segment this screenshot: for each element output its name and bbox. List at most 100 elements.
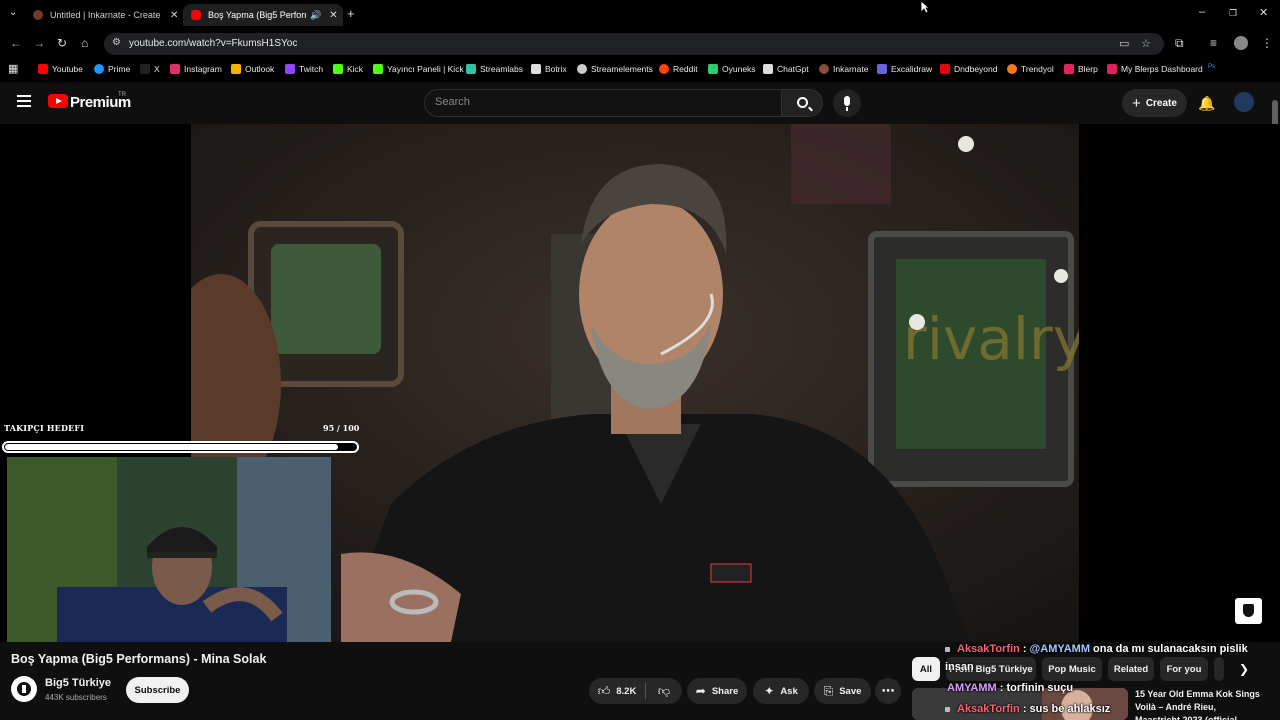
create-label: Create bbox=[1145, 97, 1177, 109]
chevron-right-icon[interactable]: ❯ bbox=[1232, 657, 1256, 681]
bookmark-twitch[interactable]: Twitch bbox=[285, 64, 323, 74]
like-count: 8.2K bbox=[616, 685, 637, 697]
region-code: TR bbox=[118, 92, 126, 98]
bookmark-my-blerps[interactable]: My Blerps Dashboard bbox=[1107, 64, 1203, 74]
follower-goal-label: TAKIPÇI HEDEFI bbox=[4, 423, 85, 433]
bookmark-outlook[interactable]: Outlook bbox=[231, 64, 274, 74]
bookmark-photoshop[interactable]: Ps bbox=[1208, 64, 1215, 70]
menu-kebab-icon[interactable]: ⋮ bbox=[1261, 36, 1273, 50]
svg-text:rivalry: rivalry bbox=[903, 305, 1079, 373]
chip-pop-music[interactable]: Pop Music bbox=[1042, 657, 1102, 681]
tab-inkarnate[interactable]: Untitled | Inkarnate - Create Fa ✕ bbox=[33, 4, 183, 26]
kick-icon bbox=[333, 64, 343, 74]
bookmark-icon: ⎘ bbox=[823, 683, 834, 698]
chip-all[interactable]: All bbox=[912, 657, 940, 681]
chat-message-continuation: insan bbox=[945, 661, 974, 673]
search-button[interactable] bbox=[781, 89, 823, 117]
back-icon[interactable]: ← bbox=[10, 36, 22, 50]
channel-name[interactable]: Big5 Türkiye bbox=[45, 677, 111, 689]
search-icon bbox=[797, 97, 808, 108]
site-info-icon[interactable]: ⚙ bbox=[112, 37, 121, 48]
x-icon bbox=[140, 64, 150, 74]
bookmark-dndbeyond[interactable]: Dndbeyond bbox=[940, 64, 997, 74]
bookmark-kick-panel[interactable]: Yayıncı Paneli | Kick bbox=[373, 64, 464, 74]
streamer-webcam bbox=[7, 457, 331, 642]
dislike-button[interactable]: 👎︎ bbox=[646, 678, 682, 704]
recommendation-title[interactable]: 15 Year Old Emma Kok Sings Voilà – André… bbox=[1135, 688, 1263, 720]
follower-goal-count: 95 / 100 bbox=[323, 423, 360, 433]
notifications-bell-icon[interactable]: 🔔 bbox=[1198, 95, 1215, 112]
youtube-icon bbox=[38, 64, 48, 74]
ask-button[interactable]: ✦ Ask bbox=[753, 678, 809, 704]
extensions-icon[interactable]: ⧉ bbox=[1175, 36, 1184, 51]
channel-avatar[interactable] bbox=[11, 676, 37, 702]
url-text[interactable]: youtube.com/watch?v=FkumsH1SYoc bbox=[129, 38, 297, 49]
close-tab-icon[interactable]: ✕ bbox=[329, 10, 337, 21]
bookmark-youtube[interactable]: Youtube bbox=[38, 64, 83, 74]
close-tab-icon[interactable]: ✕ bbox=[170, 10, 178, 21]
share-label: Share bbox=[711, 685, 739, 697]
search-box bbox=[424, 89, 782, 117]
create-button[interactable]: + Create bbox=[1122, 89, 1187, 117]
home-icon[interactable]: ⌂ bbox=[81, 36, 88, 50]
search-input[interactable] bbox=[435, 96, 765, 108]
prime-icon bbox=[94, 64, 104, 74]
bookmark-instagram[interactable]: Instagram bbox=[170, 64, 222, 74]
bookmark-trendyol[interactable]: Trendyol bbox=[1007, 64, 1054, 74]
reload-icon[interactable]: ↻ bbox=[57, 36, 67, 50]
mouse-cursor-icon bbox=[920, 0, 930, 14]
address-bar[interactable]: ⚙ youtube.com/watch?v=FkumsH1SYoc ▭ ☆ bbox=[104, 33, 1164, 55]
chat-badge-icon bbox=[945, 646, 950, 652]
subscribe-button[interactable]: Subscribe bbox=[126, 677, 189, 703]
speaker-icon[interactable]: 🔊 bbox=[310, 10, 321, 21]
bookmark-chatgpt[interactable]: ChatGpt bbox=[763, 64, 809, 74]
apps-grid-icon[interactable]: ▦ bbox=[8, 62, 18, 75]
profile-avatar[interactable] bbox=[1234, 36, 1248, 50]
bookmark-streamelements[interactable]: Streamelements bbox=[577, 64, 653, 74]
minimize-window-icon[interactable]: – bbox=[1199, 6, 1205, 18]
instagram-icon bbox=[170, 64, 180, 74]
more-actions-button[interactable]: ⋯ bbox=[875, 678, 901, 704]
like-dislike-group: 👍︎ 8.2K 👎︎ bbox=[589, 678, 682, 704]
hamburger-menu-icon[interactable] bbox=[17, 95, 31, 107]
bookmark-star-icon[interactable]: ☆ bbox=[1141, 37, 1151, 50]
bookmark-blerp[interactable]: Blerp bbox=[1064, 64, 1098, 74]
bookmark-oyuneks[interactable]: Oyuneks bbox=[708, 64, 756, 74]
excalidraw-icon bbox=[877, 64, 887, 74]
tab-youtube-active[interactable]: Boş Yapma (Big5 Performan 🔊 ✕ bbox=[183, 4, 343, 26]
save-button[interactable]: ⎘ Save bbox=[814, 678, 871, 704]
close-window-icon[interactable]: ✕ bbox=[1259, 6, 1268, 19]
chip-for-you[interactable]: For you bbox=[1160, 657, 1208, 681]
chip-overflow[interactable] bbox=[1214, 657, 1224, 681]
forward-icon[interactable]: → bbox=[33, 36, 45, 50]
like-button[interactable]: 👍︎ 8.2K bbox=[589, 678, 645, 704]
bookmark-excalidraw[interactable]: Excalidraw bbox=[877, 64, 932, 74]
account-avatar[interactable] bbox=[1234, 92, 1254, 112]
bookmark-reddit[interactable]: Reddit bbox=[659, 64, 698, 74]
video-player[interactable]: rivalry TAKIPÇI HEDEFI 95 / 100 bbox=[0, 124, 1280, 642]
bookmark-prime[interactable]: Prime bbox=[94, 64, 130, 74]
cast-icon[interactable]: ▭ bbox=[1119, 37, 1129, 50]
bookmark-x[interactable]: X bbox=[140, 64, 160, 74]
bookmark-inkarnate[interactable]: Inkarnate bbox=[819, 64, 868, 74]
chip-related[interactable]: Related bbox=[1108, 657, 1154, 681]
tab-search-icon[interactable]: ≡ bbox=[1210, 36, 1217, 50]
thumbs-down-icon: 👎︎ bbox=[657, 683, 671, 698]
browser-toolbar: ← → ↻ ⌂ ⚙ youtube.com/watch?v=FkumsH1SYo… bbox=[0, 30, 1280, 58]
tab-search-chevron-icon[interactable]: ⌄ bbox=[9, 7, 17, 18]
inkarnate-favicon-icon bbox=[33, 10, 43, 20]
new-tab-button[interactable]: + bbox=[347, 6, 355, 21]
restore-window-icon[interactable]: ❐ bbox=[1229, 8, 1237, 19]
save-label: Save bbox=[839, 685, 862, 697]
bookmark-botrix[interactable]: Botrix bbox=[531, 64, 567, 74]
youtube-masthead: Premium TR + Create 🔔 bbox=[0, 82, 1280, 124]
video-title: Boş Yapma (Big5 Performans) - Mina Solak bbox=[11, 652, 267, 666]
botrix-icon bbox=[531, 64, 541, 74]
tab-title: Boş Yapma (Big5 Performan bbox=[208, 10, 306, 20]
voice-search-mic-icon[interactable] bbox=[833, 89, 861, 117]
share-button[interactable]: ➦ Share bbox=[687, 678, 747, 704]
chat-message: AMYAMM : torfinin suçu bbox=[947, 682, 1074, 694]
youtube-logo-icon[interactable] bbox=[48, 94, 68, 108]
bookmark-kick[interactable]: Kick bbox=[333, 64, 363, 74]
bookmark-streamlabs[interactable]: Streamlabs bbox=[466, 64, 523, 74]
